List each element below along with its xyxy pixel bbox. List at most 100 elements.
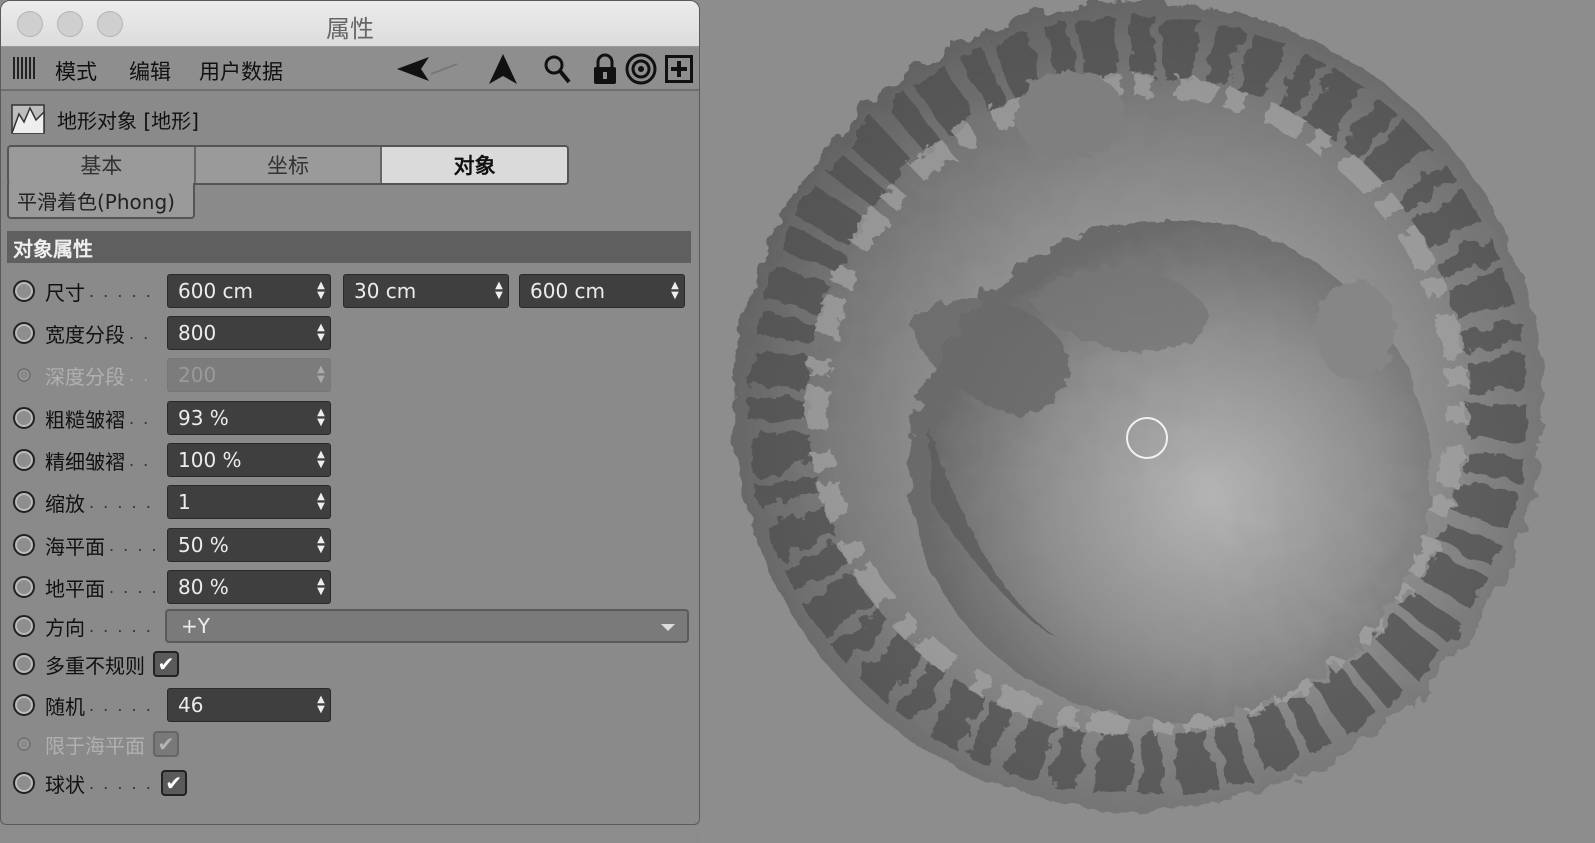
lock-icon-svg <box>594 53 616 84</box>
animate-radio[interactable] <box>13 653 35 675</box>
animate-radio[interactable] <box>13 615 35 637</box>
seed-value: 46 <box>178 693 204 717</box>
tab-basic[interactable]: 基本 <box>9 147 196 183</box>
ground-level-field[interactable]: 80 % ▲ ▼ <box>167 570 331 604</box>
stepper-icon[interactable]: ▲ ▼ <box>316 492 326 514</box>
multifractal-row: 多重不规则 ✔ <box>13 647 179 681</box>
size-z-field[interactable]: 600 cm ▲ ▼ <box>519 274 685 308</box>
back-arrow-icon[interactable] <box>395 53 465 85</box>
depth-segments-value: 200 <box>178 363 217 387</box>
lock-icon[interactable] <box>589 53 621 85</box>
orientation-dropdown[interactable]: +Y <box>165 609 689 643</box>
stepper-icon[interactable]: ▲ ▼ <box>316 577 326 599</box>
fine-wrinkles-row: 精细皱褶 . . <box>13 443 150 477</box>
tab-object[interactable]: 对象 <box>382 147 567 183</box>
crater-lake <box>1015 70 1125 160</box>
depth-segments-field: 200 ▲ ▼ <box>167 358 331 392</box>
orientation-value: +Y <box>181 614 210 638</box>
menu-mode[interactable]: 模式 <box>55 56 97 86</box>
label-leader: . . . . <box>109 535 159 555</box>
label-leader: . . <box>129 323 151 343</box>
label-leader: . . <box>129 408 151 428</box>
animate-radio[interactable] <box>13 772 35 794</box>
animate-radio[interactable] <box>13 280 35 302</box>
tab-bar: 基本 坐标 对象 <box>7 145 569 185</box>
search-icon[interactable] <box>541 53 573 85</box>
section-header: 对象属性 <box>7 231 691 263</box>
ground-level-value: 80 % <box>178 575 229 599</box>
window-title: 属性 <box>326 15 374 43</box>
tab-phong[interactable]: 平滑着色(Phong) <box>7 183 195 219</box>
up-arrow-icon-svg <box>489 54 517 84</box>
tab-coordinates[interactable]: 坐标 <box>195 147 383 183</box>
multifractal-checkbox[interactable]: ✔ <box>153 651 179 677</box>
label-leader: . . . . . <box>89 281 153 301</box>
limit-sea-level-label: 限于海平面 <box>45 733 145 758</box>
sea-level-value: 50 % <box>178 533 229 557</box>
size-y-field[interactable]: 30 cm ▲ ▼ <box>343 274 509 308</box>
rough-wrinkles-row: 粗糙皱褶 . . <box>13 401 150 435</box>
size-x-value: 600 cm <box>178 279 254 303</box>
stepper-icon[interactable]: ▲ ▼ <box>316 695 326 717</box>
grip-icon[interactable] <box>13 57 37 79</box>
animate-radio[interactable] <box>13 491 35 513</box>
target-icon[interactable] <box>625 53 657 85</box>
sea-level-row: 海平面 . . . . <box>13 528 159 562</box>
animate-radio[interactable] <box>13 407 35 429</box>
up-arrow-icon[interactable] <box>487 53 519 85</box>
stepper-icon[interactable]: ▲ ▼ <box>316 408 326 430</box>
seed-row: 随机 . . . . . <box>13 688 153 722</box>
attributes-panel: 属性 模式 编辑 用户数据 地形对象 [地形] 基本 坐标 对象 平滑着色(Ph… <box>0 0 700 825</box>
animate-radio[interactable] <box>13 576 35 598</box>
menu-user-data[interactable]: 用户数据 <box>199 56 283 86</box>
size-x-field[interactable]: 600 cm ▲ ▼ <box>167 274 331 308</box>
ground-level-row: 地平面 . . . . <box>13 570 159 604</box>
stepper-icon[interactable]: ▲ ▼ <box>316 450 326 472</box>
seed-label: 随机 <box>45 694 85 719</box>
crater-lake <box>1315 280 1395 380</box>
size-z-value: 600 cm <box>530 279 606 303</box>
label-leader: . . <box>129 365 151 385</box>
width-segments-field[interactable]: 800 ▲ ▼ <box>167 316 331 350</box>
sea-level-label: 海平面 <box>45 534 105 559</box>
scale-field[interactable]: 1 ▲ ▼ <box>167 485 331 519</box>
back-arrow-icon-svg <box>397 57 458 81</box>
animate-radio <box>17 737 31 751</box>
stepper-icon[interactable]: ▲ ▼ <box>670 281 680 303</box>
new-panel-icon[interactable] <box>663 53 695 85</box>
size-row: 尺寸 . . . . . <box>13 274 153 308</box>
label-leader: . . . . . <box>89 616 153 636</box>
animate-radio <box>17 368 31 382</box>
animate-radio[interactable] <box>13 449 35 471</box>
menu-edit[interactable]: 编辑 <box>129 56 171 86</box>
spherical-label: 球状 <box>45 772 85 797</box>
search-icon-svg <box>544 55 571 84</box>
stepper-icon[interactable]: ▲ ▼ <box>316 281 326 303</box>
animate-radio[interactable] <box>13 694 35 716</box>
limit-sea-level-row: 限于海平面 ✔ <box>13 727 179 761</box>
fine-wrinkles-value: 100 % <box>178 448 242 472</box>
stepper-icon[interactable]: ▲ ▼ <box>316 323 326 345</box>
animate-radio[interactable] <box>13 322 35 344</box>
spherical-checkbox[interactable]: ✔ <box>160 770 187 796</box>
sea-level-field[interactable]: 50 % ▲ ▼ <box>167 528 331 562</box>
landscape-icon <box>11 104 45 134</box>
scale-value: 1 <box>178 490 191 514</box>
size-y-value: 30 cm <box>354 279 417 303</box>
width-segments-label: 宽度分段 <box>45 322 125 347</box>
label-leader: . . . . . <box>89 492 153 512</box>
fine-wrinkles-label: 精细皱褶 <box>45 449 125 474</box>
width-segments-value: 800 <box>178 321 217 345</box>
multifractal-label: 多重不规则 <box>45 653 145 678</box>
fine-wrinkles-field[interactable]: 100 % ▲ ▼ <box>167 443 331 477</box>
rough-wrinkles-label: 粗糙皱褶 <box>45 407 125 432</box>
seed-field[interactable]: 46 ▲ ▼ <box>167 688 331 722</box>
stepper-icon[interactable]: ▲ ▼ <box>316 535 326 557</box>
rough-wrinkles-field[interactable]: 93 % ▲ ▼ <box>167 401 331 435</box>
ground-level-label: 地平面 <box>45 576 105 601</box>
stepper-icon: ▲ ▼ <box>317 364 325 385</box>
stepper-icon[interactable]: ▲ ▼ <box>494 281 504 303</box>
3d-viewport[interactable] <box>700 0 1595 843</box>
animate-radio[interactable] <box>13 534 35 556</box>
title-bar: 属性 <box>1 1 699 47</box>
